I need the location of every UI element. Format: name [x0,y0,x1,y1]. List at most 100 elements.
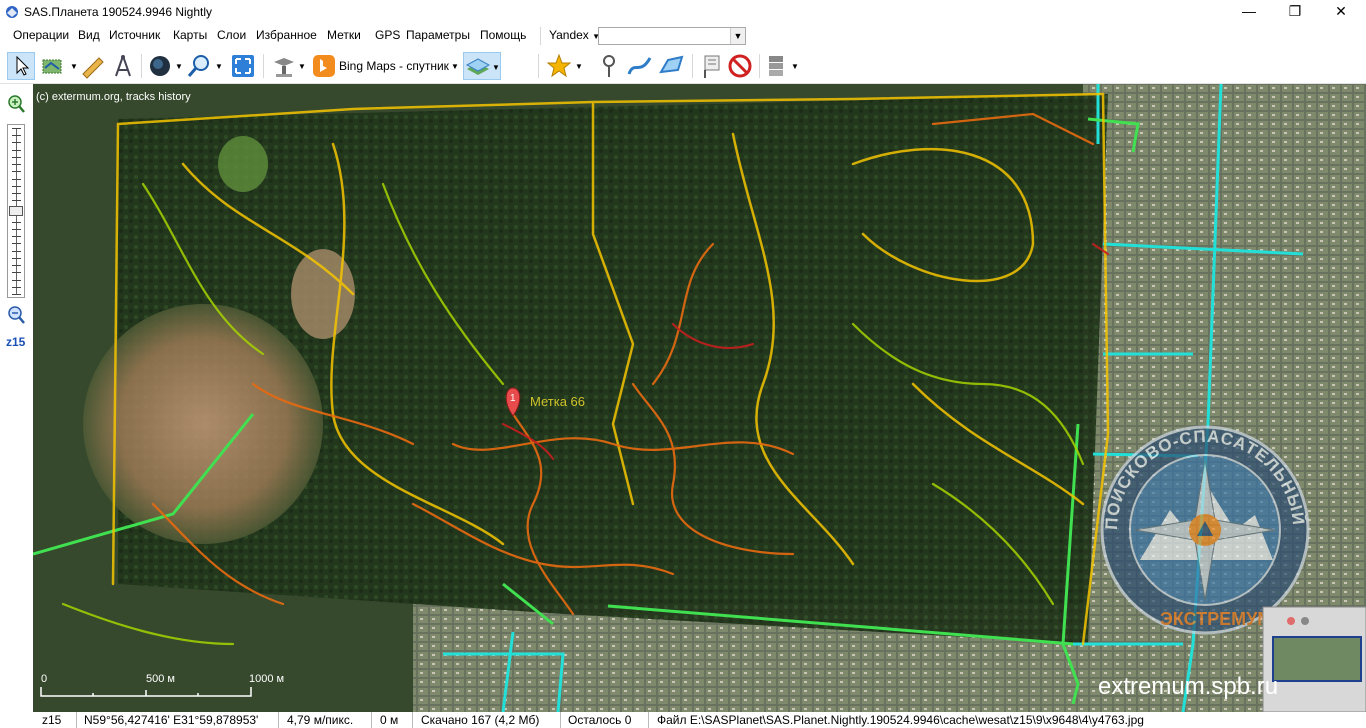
gps-satellite-icon [274,58,294,77]
status-separator [648,712,649,728]
zoom-tick [12,258,21,259]
toolbar-separator [759,54,760,78]
add-placemark-button[interactable] [596,52,622,80]
search-provider-label: Yandex [549,28,589,42]
scale-label-zero: 0 [41,673,47,685]
overview-control-icon[interactable] [1301,617,1309,625]
menu-help[interactable]: Помощь [480,28,526,42]
zoom-tick [12,193,21,194]
menu-gps[interactable]: GPS [375,28,400,42]
map-canvas[interactable]: 1 Метка 66 (c) extermum.org, tracks hist… [33,84,1366,712]
zoom-tick [12,272,21,273]
zoom-in-icon [8,95,25,113]
compass-button[interactable] [110,52,136,80]
overview-map[interactable] [1262,606,1366,712]
ruler-icon [82,57,104,79]
close-button[interactable]: ✕ [1318,0,1364,24]
map-source-dropdown[interactable]: Bing Maps - спутник ▼ [310,52,462,80]
search-input[interactable]: ▼ [598,27,746,45]
zoom-tick [12,142,21,143]
marks-display-button[interactable] [698,52,724,80]
status-separator [76,712,77,728]
fullscreen-button[interactable] [229,52,257,80]
add-path-button[interactable] [626,52,654,80]
hide-marks-button[interactable] [727,52,753,80]
placemark-number: 1 [510,393,516,404]
app-icon [6,6,18,18]
scale-label-500: 500 м [146,673,175,685]
cursor-icon [16,55,30,76]
menu-settings[interactable]: Параметры [406,28,470,42]
map-view[interactable]: 1 Метка 66 (c) extermum.org, tracks hist… [33,84,1366,712]
layers-button[interactable]: ▼ [463,52,501,80]
zoom-tick [12,128,21,129]
title-bar: SAS.Планета 190524.9946 Nightly — ❐ ✕ [0,0,1366,24]
zoom-tick [12,186,21,187]
rescue-team-emblem: ПОИСКОВО-СПАСАТЕЛЬНЫЙ ОТРЯД ЭКСТРЕМУМ [1100,425,1310,635]
zoom-tick [12,135,21,136]
zoom-tick [12,229,21,230]
map-source-label: Bing Maps - спутник [339,59,449,73]
menu-view[interactable]: Вид [78,28,100,42]
status-remaining: Осталось 0 [568,713,632,727]
chevron-down-icon[interactable]: ▼ [791,62,799,71]
zoom-in-button[interactable] [6,94,26,114]
overview-marker-icon [1287,617,1295,625]
status-separator [412,712,413,728]
clearing-area [291,249,355,339]
add-polygon-button[interactable] [658,52,686,80]
chevron-down-icon[interactable]: ▼ [575,62,583,71]
chevron-down-icon[interactable]: ▼ [70,62,78,71]
status-separator [560,712,561,728]
zoom-tick [12,280,21,281]
bog-area [83,304,323,544]
menu-source[interactable]: Источник [109,28,160,42]
toolbar-separator [263,54,264,78]
map-copyright: (c) extermum.org, tracks history [36,91,191,103]
minimize-button[interactable]: — [1226,0,1272,24]
scale-label-1000: 1000 м [249,673,284,685]
status-downloaded: Скачано 167 (4,2 Мб) [421,713,540,727]
ruler-button[interactable] [79,52,105,80]
status-bar: z15 N59°56,427416' E31°59,878953' 4,79 м… [0,712,1366,728]
zoom-tick [12,171,21,172]
zoom-tick [12,150,21,151]
toolbar-separator [141,54,142,78]
menu-operations[interactable]: Операции [13,28,69,42]
star-icon [546,53,572,78]
status-resolution: 4,79 м/пикс. [287,713,354,727]
chevron-down-icon[interactable]: ▼ [215,62,223,71]
menu-layers[interactable]: Слои [217,28,246,42]
compass-icon [115,55,131,77]
status-coords: N59°56,427416' E31°59,878953' [84,713,259,727]
menu-marks[interactable]: Метки [327,28,361,42]
menu-favorites[interactable]: Избранное [256,28,317,42]
toolbar-separator [538,54,539,78]
zoom-tick [12,243,21,244]
zoom-out-button[interactable] [6,305,26,325]
placemark-label: Метка 66 [530,394,585,409]
cache-icon [769,56,783,76]
layers-icon [465,58,491,75]
zoom-tick [12,200,21,201]
move-tool-button[interactable] [7,52,35,80]
zoom-tick [12,265,21,266]
polygon-icon [659,55,684,74]
marks-display-icon [704,55,720,78]
zoom-slider[interactable] [7,124,25,298]
status-file-path: Файл E:\SASPlanet\SAS.Planet.Nightly.190… [657,713,1144,727]
zoom-slider-thumb[interactable] [9,206,23,216]
zoom-tick [12,251,21,252]
chevron-down-icon[interactable]: ▼ [175,62,183,71]
chevron-down-icon[interactable]: ▼ [298,62,306,71]
search-provider-dropdown[interactable]: Yandex ▼ [549,28,600,42]
menu-maps[interactable]: Карты [173,28,207,42]
zoom-panel: z15 [0,84,33,712]
chevron-down-icon[interactable]: ▼ [730,28,745,44]
zoom-tick [12,294,21,295]
maximize-button[interactable]: ❐ [1272,0,1318,24]
status-separator [371,712,372,728]
zoom-tick [12,179,21,180]
zoom-tick [12,287,21,288]
placemark-icon [603,55,615,77]
